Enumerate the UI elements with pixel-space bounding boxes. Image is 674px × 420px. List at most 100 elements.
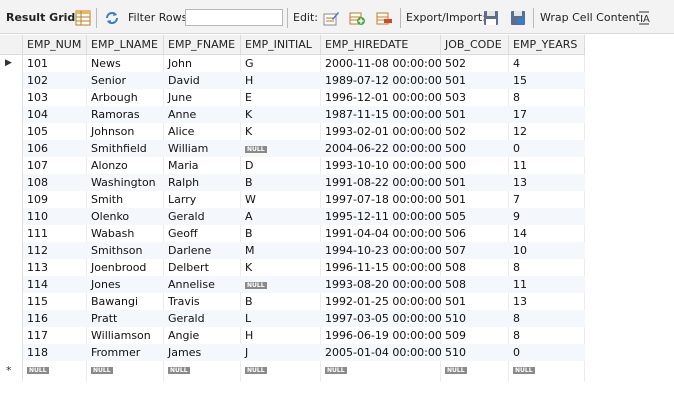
refresh-filter-icon[interactable] xyxy=(104,10,120,26)
export-icon[interactable] xyxy=(483,10,499,26)
cell-emp-initial[interactable]: M xyxy=(241,242,321,259)
cell-emp-fname[interactable]: John xyxy=(164,55,241,72)
cell-emp-years[interactable]: 10 xyxy=(509,242,585,259)
cell-emp-hiredate[interactable]: 1993-08-20 00:00:00 xyxy=(321,276,441,293)
cell-emp-lname[interactable]: Smith xyxy=(87,191,164,208)
cell-emp-years[interactable]: 4 xyxy=(509,55,585,72)
cell-emp-lname[interactable]: Jones xyxy=(87,276,164,293)
cell-emp-num[interactable]: 112 xyxy=(23,242,87,259)
cell-emp-initial[interactable]: J xyxy=(241,344,321,361)
cell-emp-lname[interactable]: Williamson xyxy=(87,327,164,344)
cell-emp-num[interactable]: 106 xyxy=(23,140,87,157)
cell-emp-fname[interactable]: Annelise xyxy=(164,276,241,293)
cell-emp-num[interactable]: 108 xyxy=(23,174,87,191)
cell-emp-num[interactable]: 105 xyxy=(23,123,87,140)
table-row[interactable]: 115 Bawangi Travis B 1992-01-25 00:00:00 501 1… xyxy=(0,293,585,310)
table-row[interactable]: 111 Wabash Geoff B 1991-04-04 00:00:00 506 14 xyxy=(0,225,585,242)
cell-emp-years[interactable]: 14 xyxy=(509,225,585,242)
cell-emp-lname[interactable]: News xyxy=(87,55,164,72)
delete-row-icon[interactable] xyxy=(376,10,392,26)
table-row[interactable]: ▶ 101 News John G 2000-11-08 00:00:00 502 4 xyxy=(0,55,585,72)
row-selector[interactable] xyxy=(0,276,23,293)
new-cell-emp-years[interactable]: NULL xyxy=(509,361,585,378)
cell-emp-years[interactable]: 0 xyxy=(509,140,585,157)
row-selector[interactable] xyxy=(0,72,23,89)
cell-job-code[interactable]: 510 xyxy=(441,344,509,361)
cell-emp-hiredate[interactable]: 1991-08-22 00:00:00 xyxy=(321,174,441,191)
cell-emp-fname[interactable]: William xyxy=(164,140,241,157)
table-row[interactable]: 116 Pratt Gerald L 1997-03-05 00:00:00 510 8 xyxy=(0,310,585,327)
cell-job-code[interactable]: 500 xyxy=(441,157,509,174)
cell-emp-hiredate[interactable]: 1991-04-04 00:00:00 xyxy=(321,225,441,242)
cell-emp-lname[interactable]: Joenbrood xyxy=(87,259,164,276)
row-selector[interactable] xyxy=(0,174,23,191)
cell-emp-initial[interactable]: B xyxy=(241,174,321,191)
cell-emp-num[interactable]: 103 xyxy=(23,89,87,106)
table-row[interactable]: 110 Olenko Gerald A 1995-12-11 00:00:00 505 9 xyxy=(0,208,585,225)
cell-job-code[interactable]: 506 xyxy=(441,225,509,242)
cell-emp-years[interactable]: 13 xyxy=(509,293,585,310)
table-row[interactable]: 102 Senior David H 1989-07-12 00:00:00 501 15 xyxy=(0,72,585,89)
column-header-emp-hiredate[interactable]: EMP_HIREDATE xyxy=(321,35,441,55)
new-cell-emp-lname[interactable]: NULL xyxy=(87,361,164,378)
cell-emp-years[interactable]: 7 xyxy=(509,191,585,208)
row-selector[interactable] xyxy=(0,225,23,242)
row-selector[interactable] xyxy=(0,157,23,174)
filter-rows-input[interactable] xyxy=(185,9,283,26)
column-header-job-code[interactable]: JOB_CODE xyxy=(441,35,509,55)
cell-emp-years[interactable]: 13 xyxy=(509,174,585,191)
cell-job-code[interactable]: 502 xyxy=(441,123,509,140)
cell-emp-hiredate[interactable]: 1993-10-10 00:00:00 xyxy=(321,157,441,174)
cell-emp-years[interactable]: 15 xyxy=(509,72,585,89)
cell-emp-hiredate[interactable]: 2005-01-04 00:00:00 xyxy=(321,344,441,361)
cell-job-code[interactable]: 501 xyxy=(441,106,509,123)
cell-emp-hiredate[interactable]: 1995-12-11 00:00:00 xyxy=(321,208,441,225)
cell-emp-lname[interactable]: Smithfield xyxy=(87,140,164,157)
result-grid-icon[interactable] xyxy=(75,10,91,26)
cell-emp-lname[interactable]: Washington xyxy=(87,174,164,191)
cell-emp-years[interactable]: 0 xyxy=(509,344,585,361)
result-grid-tab[interactable]: Result Grid xyxy=(6,10,75,26)
cell-emp-years[interactable]: 11 xyxy=(509,276,585,293)
cell-job-code[interactable]: 507 xyxy=(441,242,509,259)
cell-emp-hiredate[interactable]: 1989-07-12 00:00:00 xyxy=(321,72,441,89)
cell-job-code[interactable]: 503 xyxy=(441,89,509,106)
cell-emp-fname[interactable]: David xyxy=(164,72,241,89)
cell-emp-num[interactable]: 116 xyxy=(23,310,87,327)
cell-emp-num[interactable]: 115 xyxy=(23,293,87,310)
row-selector[interactable] xyxy=(0,344,23,361)
row-selector[interactable] xyxy=(0,293,23,310)
cell-job-code[interactable]: 509 xyxy=(441,327,509,344)
row-selector[interactable] xyxy=(0,259,23,276)
table-row[interactable]: 103 Arbough June E 1996-12-01 00:00:00 503 8 xyxy=(0,89,585,106)
cell-emp-hiredate[interactable]: 1993-02-01 00:00:00 xyxy=(321,123,441,140)
cell-emp-lname[interactable]: Olenko xyxy=(87,208,164,225)
cell-emp-hiredate[interactable]: 1996-06-19 00:00:00 xyxy=(321,327,441,344)
cell-job-code[interactable]: 501 xyxy=(441,72,509,89)
cell-emp-lname[interactable]: Smithson xyxy=(87,242,164,259)
cell-emp-fname[interactable]: Ralph xyxy=(164,174,241,191)
cell-emp-num[interactable]: 107 xyxy=(23,157,87,174)
cell-emp-years[interactable]: 8 xyxy=(509,310,585,327)
cell-job-code[interactable]: 500 xyxy=(441,140,509,157)
add-row-icon[interactable] xyxy=(349,10,365,26)
cell-emp-initial[interactable]: A xyxy=(241,208,321,225)
table-row[interactable]: 108 Washington Ralph B 1991-08-22 00:00:00 50… xyxy=(0,174,585,191)
cell-emp-hiredate[interactable]: 1997-03-05 00:00:00 xyxy=(321,310,441,327)
table-row[interactable]: 112 Smithson Darlene M 1994-10-23 00:00:00 50… xyxy=(0,242,585,259)
cell-emp-hiredate[interactable]: 1994-10-23 00:00:00 xyxy=(321,242,441,259)
cell-emp-fname[interactable]: Delbert xyxy=(164,259,241,276)
cell-emp-lname[interactable]: Pratt xyxy=(87,310,164,327)
new-cell-job-code[interactable]: NULL xyxy=(441,361,509,378)
table-row[interactable]: 117 Williamson Angie H 1996-06-19 00:00:00 50… xyxy=(0,327,585,344)
cell-emp-num[interactable]: 109 xyxy=(23,191,87,208)
row-selector[interactable]: ▶ xyxy=(0,55,23,72)
cell-emp-fname[interactable]: Gerald xyxy=(164,310,241,327)
table-row[interactable]: 107 Alonzo Maria D 1993-10-10 00:00:00 500 11 xyxy=(0,157,585,174)
cell-job-code[interactable]: 501 xyxy=(441,293,509,310)
new-cell-emp-hiredate[interactable]: NULL xyxy=(321,361,441,378)
table-row[interactable]: 118 Frommer James J 2005-01-04 00:00:00 510 0 xyxy=(0,344,585,361)
cell-emp-fname[interactable]: Geoff xyxy=(164,225,241,242)
cell-emp-fname[interactable]: Maria xyxy=(164,157,241,174)
cell-emp-initial[interactable]: E xyxy=(241,89,321,106)
